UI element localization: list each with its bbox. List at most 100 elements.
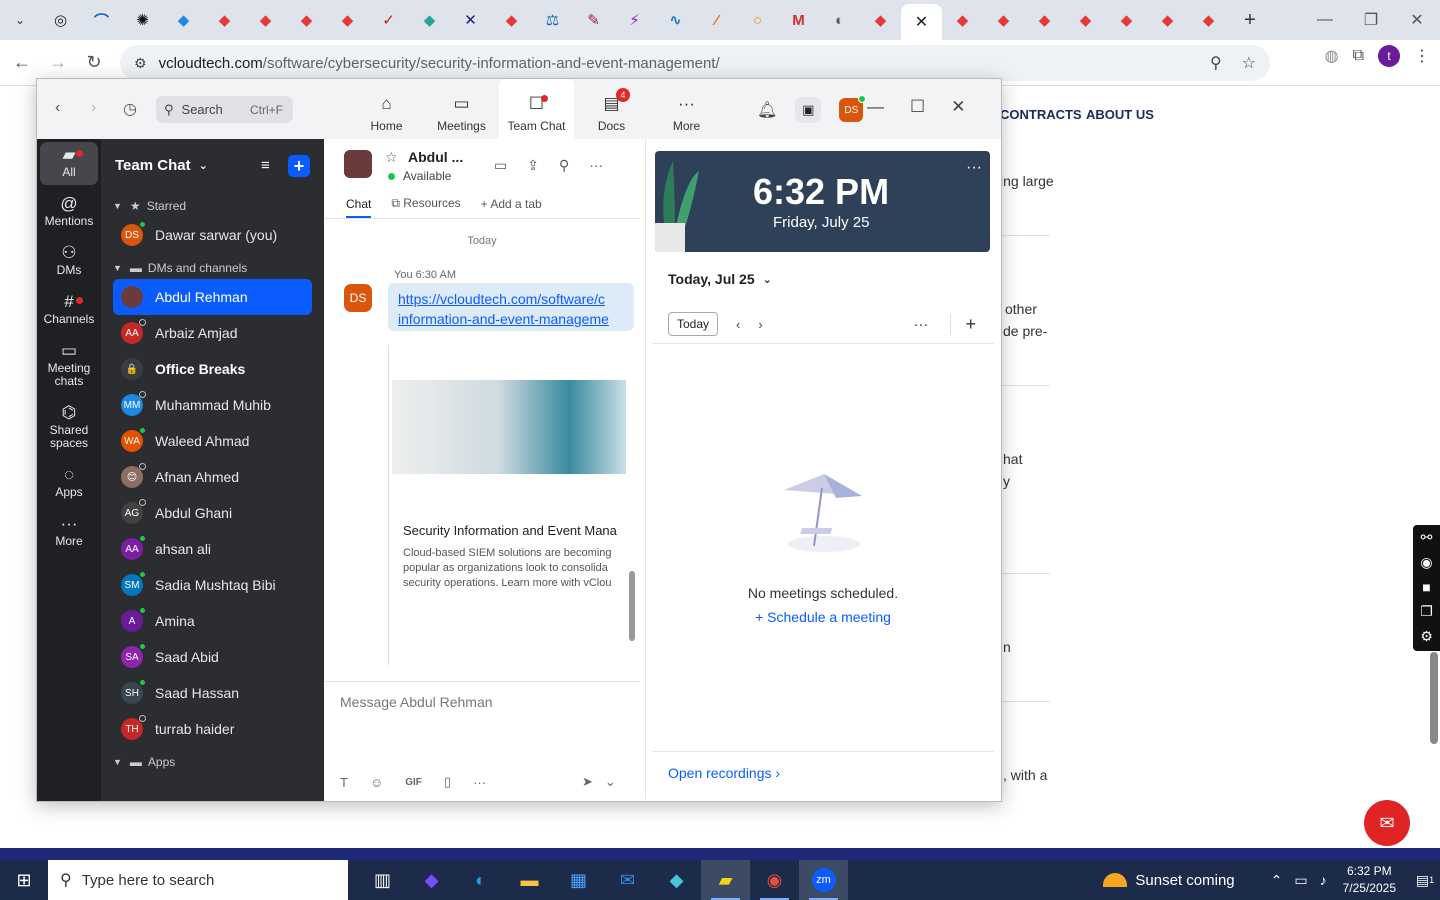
browser-tab[interactable]: ◆ xyxy=(491,4,532,36)
tab-docs[interactable]: ▤ 4 Docs xyxy=(574,79,649,139)
chevron-left-icon[interactable]: ‹ xyxy=(736,317,740,332)
rail-item-meeting-chats[interactable]: ▭ Meeting chats xyxy=(40,338,98,394)
chat-list-item[interactable]: AA ahsan ali xyxy=(113,531,312,567)
chevron-down-icon[interactable]: ⌄ xyxy=(199,159,208,172)
reload-icon[interactable]: ↻ xyxy=(76,45,112,81)
rail-item-all[interactable]: ▰ All xyxy=(40,142,98,185)
send-icon[interactable]: ➤ xyxy=(582,774,593,790)
open-recordings-link[interactable]: Open recordings › xyxy=(668,765,780,781)
zoom-icon[interactable]: zm xyxy=(799,860,848,900)
tab-chat[interactable]: Chat xyxy=(346,197,372,218)
more-options-icon[interactable]: ··· xyxy=(473,775,486,790)
chevron-up-icon[interactable]: ⌃ xyxy=(1271,872,1283,889)
browser-tab[interactable]: ✺ xyxy=(122,4,163,36)
video-icon[interactable]: ■ xyxy=(1422,579,1430,595)
video-call-icon[interactable]: ▭ xyxy=(494,157,507,174)
forward-arrow-icon[interactable]: → xyxy=(40,45,76,81)
browser-tab[interactable]: ◆ xyxy=(860,4,901,36)
format-text-icon[interactable]: T xyxy=(340,775,348,790)
chevron-down-icon[interactable]: ⌄ xyxy=(605,774,616,790)
browser-tab[interactable]: ◆ xyxy=(409,4,450,36)
copilot-icon[interactable]: ◆ xyxy=(407,860,456,900)
more-options-icon[interactable]: ··· xyxy=(966,159,982,177)
message-composer[interactable]: Message Abdul Rehman T ☺ GIF ▯ ··· ➤ ⌄ xyxy=(324,681,640,801)
section-dms[interactable]: ▼ ▬ DMs and channels xyxy=(101,257,324,279)
omnibox[interactable]: ⚙ vcloudtech.com/software/cybersecurity/… xyxy=(120,45,1270,81)
gear-icon[interactable]: ⚙ xyxy=(1420,628,1433,645)
mail-icon[interactable]: ✉ xyxy=(603,860,652,900)
page-scrollbar-thumb[interactable] xyxy=(1430,652,1438,744)
browser-tab[interactable]: ◆ xyxy=(942,4,983,36)
browser-tab[interactable]: ◆ xyxy=(1106,4,1147,36)
close-window-icon[interactable]: ✕ xyxy=(1394,0,1440,40)
tab-home[interactable]: ⌂ Home xyxy=(349,79,424,139)
browser-menu-icon[interactable]: ⋮ xyxy=(1414,46,1430,66)
chat-scrollbar-thumb[interactable] xyxy=(629,571,635,641)
nav-contracts-link[interactable]: CONTRACTS xyxy=(1000,107,1082,122)
emoji-icon[interactable]: ☺ xyxy=(370,775,383,790)
forward-icon[interactable]: › xyxy=(91,99,96,117)
gift-icon[interactable]: ▣ xyxy=(795,97,822,123)
active-browser-tab[interactable]: ✕ xyxy=(901,4,942,40)
clock[interactable]: 6:32 PM 7/25/2025 xyxy=(1343,863,1396,897)
rail-item-channels[interactable]: # Channels xyxy=(40,289,98,332)
chat-list-item[interactable]: DS Dawar sarwar (you) xyxy=(113,217,312,253)
tab-add[interactable]: + Add a tab xyxy=(481,197,542,211)
section-starred[interactable]: ▼ ★ Starred xyxy=(101,195,324,217)
chat-list-item[interactable]: WA Waleed Ahmad xyxy=(113,423,312,459)
chevron-right-icon[interactable]: › xyxy=(758,317,762,332)
nav-about-link[interactable]: ABOUT US xyxy=(1086,107,1154,122)
browser-tab[interactable]: ✓ xyxy=(368,4,409,36)
add-meeting-icon[interactable]: + xyxy=(950,313,976,335)
page-scrollbar[interactable] xyxy=(1428,87,1438,848)
back-icon[interactable]: ‹ xyxy=(55,99,60,117)
windows-start-icon[interactable]: ⊞ xyxy=(0,860,48,900)
browser-tab[interactable]: ⚡ xyxy=(614,4,655,36)
link-icon[interactable]: ⚯ xyxy=(1421,529,1433,546)
rail-item-apps[interactable]: ◌ Apps xyxy=(40,462,98,505)
browser-tab[interactable]: ⌒ xyxy=(81,4,122,36)
notification-icon[interactable]: ▤ 1 xyxy=(1410,872,1440,889)
tab-search-dropdown-icon[interactable]: ⌄ xyxy=(0,0,40,40)
tab-resources[interactable]: ⧉ Resources xyxy=(391,196,460,211)
share-screen-icon[interactable]: ⇪ xyxy=(527,157,539,174)
tab-more[interactable]: ··· More xyxy=(649,79,724,139)
browser-tab[interactable]: ⚖ xyxy=(532,4,573,36)
store-icon[interactable]: ▦ xyxy=(554,860,603,900)
browser-tab[interactable]: ✎ xyxy=(573,4,614,36)
rail-item-shared-spaces[interactable]: ⌬ Shared spaces xyxy=(40,400,98,456)
extensions-puzzle-icon[interactable]: ⧉ xyxy=(1353,47,1364,65)
search-icon[interactable]: ⚲ xyxy=(559,157,569,174)
browser-tab[interactable]: ◎ xyxy=(40,4,81,36)
new-chat-button[interactable]: + xyxy=(288,155,310,177)
dev-tool-icon[interactable]: ◆ xyxy=(652,860,701,900)
zoom-search-input[interactable]: ⚲ Search Ctrl+F xyxy=(156,96,293,123)
site-info-icon[interactable]: ⚙ xyxy=(134,55,147,72)
more-options-icon[interactable]: ··· xyxy=(589,157,603,174)
browser-tab[interactable]: ◆ xyxy=(1065,4,1106,36)
taskbar-search-box[interactable]: ⚲ Type here to search xyxy=(48,860,348,900)
chat-list-item[interactable]: SM Sadia Mushtaq Bibi xyxy=(113,567,312,603)
volume-icon[interactable]: ♪ xyxy=(1320,872,1327,888)
browser-tab[interactable]: ◆ xyxy=(245,4,286,36)
section-apps[interactable]: ▼ ▬ Apps xyxy=(101,751,324,773)
schedule-meeting-link[interactable]: + Schedule a meeting xyxy=(646,609,1000,625)
chat-list-item[interactable]: SH Saad Hassan xyxy=(113,675,312,711)
chat-list-item[interactable]: Abdul Rehman xyxy=(113,279,312,315)
back-arrow-icon[interactable]: ← xyxy=(4,45,40,81)
minimize-icon[interactable]: — xyxy=(867,97,884,117)
browser-tab[interactable]: ○ xyxy=(737,4,778,36)
browser-tab[interactable]: ◆ xyxy=(1188,4,1229,36)
browser-tab[interactable]: ◆ xyxy=(286,4,327,36)
gif-button[interactable]: GIF xyxy=(405,777,422,788)
close-icon[interactable]: ✕ xyxy=(951,97,965,117)
contact-avatar[interactable] xyxy=(344,150,372,178)
maximize-icon[interactable]: ☐ xyxy=(910,97,925,117)
browser-tab[interactable]: ◆ xyxy=(327,4,368,36)
browser-tab[interactable]: ◆ xyxy=(1147,4,1188,36)
tab-team-chat[interactable]: ☐ Team Chat xyxy=(499,79,574,139)
camera-icon[interactable]: ◉ xyxy=(1420,554,1432,571)
link-preview-card[interactable]: Security Information and Event Mana Clou… xyxy=(388,345,626,665)
browser-tab[interactable]: M xyxy=(778,4,819,36)
star-outline-icon[interactable]: ☆ xyxy=(385,149,398,166)
